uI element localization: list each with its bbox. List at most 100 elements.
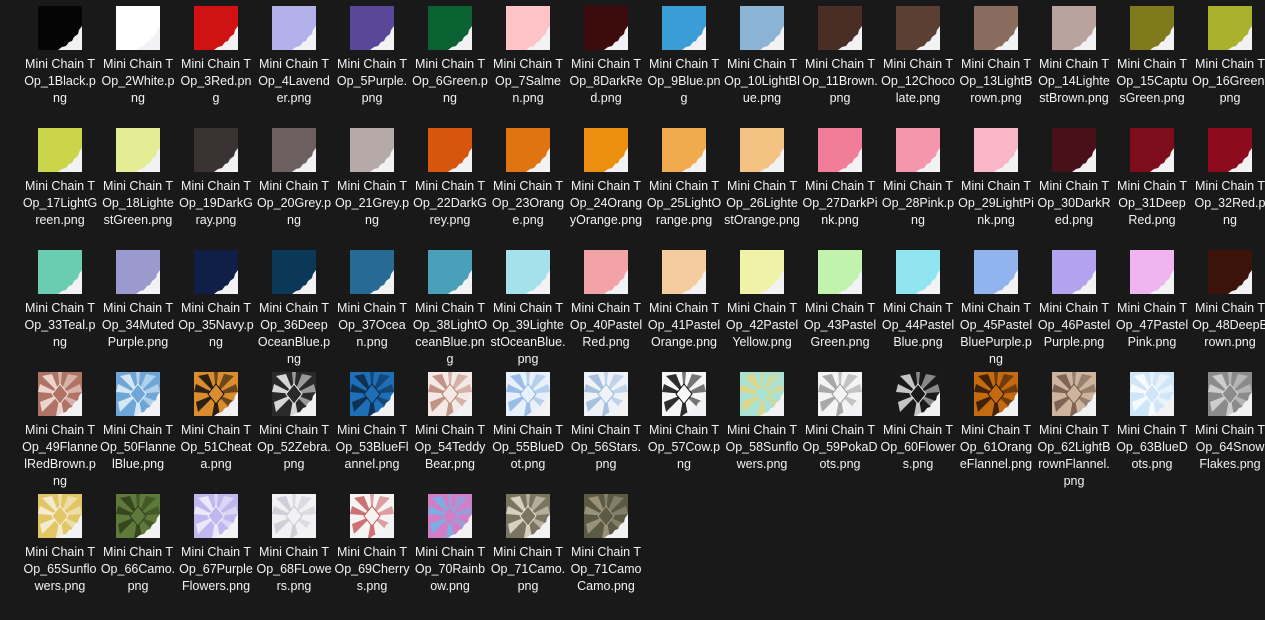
file-item[interactable]: Mini Chain TOp_23Orange.png bbox=[490, 128, 566, 246]
file-name-label: Mini Chain TOp_30DarkRed.png bbox=[1037, 179, 1111, 227]
file-name-label: Mini Chain TOp_29LightPink.png bbox=[958, 179, 1034, 227]
file-item[interactable]: Mini Chain TOp_59PokaDots.png bbox=[802, 372, 878, 490]
swatch-thumbnail-icon bbox=[584, 128, 628, 172]
file-item[interactable]: Mini Chain TOp_32Red.png bbox=[1192, 128, 1265, 246]
file-item[interactable]: Mini Chain TOp_29LightPink.png bbox=[958, 128, 1034, 246]
swatch-thumbnail-icon bbox=[272, 250, 316, 294]
file-name-label: Mini Chain TOp_68FLowers.png bbox=[256, 545, 332, 593]
file-item[interactable]: Mini Chain TOp_66Camo.png bbox=[100, 494, 176, 612]
file-item[interactable]: Mini Chain TOp_16Green.png bbox=[1192, 6, 1265, 124]
file-item[interactable]: Mini Chain TOp_10LightBlue.png bbox=[724, 6, 800, 124]
file-item[interactable]: Mini Chain TOp_56Stars.png bbox=[568, 372, 644, 490]
file-item[interactable]: Mini Chain TOp_8DarkRed.png bbox=[568, 6, 644, 124]
swatch-thumbnail-icon bbox=[740, 128, 784, 172]
file-item[interactable]: Mini Chain TOp_24OrangyOrange.png bbox=[568, 128, 644, 246]
file-item[interactable]: Mini Chain TOp_38LightOceanBlue.png bbox=[412, 250, 488, 368]
file-item[interactable]: Mini Chain TOp_55BlueDot.png bbox=[490, 372, 566, 490]
file-item[interactable]: Mini Chain TOp_11Brown.png bbox=[802, 6, 878, 124]
file-item[interactable]: Mini Chain TOp_53BlueFlannel.png bbox=[334, 372, 410, 490]
file-item[interactable]: Mini Chain TOp_71Camo.png bbox=[490, 494, 566, 612]
file-item[interactable]: Mini Chain TOp_67PurpleFlowers.png bbox=[178, 494, 254, 612]
file-item[interactable]: Mini Chain TOp_50FlannelBlue.png bbox=[100, 372, 176, 490]
file-item[interactable]: Mini Chain TOp_47PastelPink.png bbox=[1114, 250, 1190, 368]
file-item[interactable]: Mini Chain TOp_19DarkGray.png bbox=[178, 128, 254, 246]
file-item[interactable]: Mini Chain TOp_34MutedPurple.png bbox=[100, 250, 176, 368]
file-item[interactable]: Mini Chain TOp_7Salmen.png bbox=[490, 6, 566, 124]
file-item[interactable]: Mini Chain TOp_6Green.png bbox=[412, 6, 488, 124]
file-name-label: Mini Chain TOp_17LightGreen.png bbox=[22, 179, 98, 227]
file-name-label: Mini Chain TOp_57Cow.png bbox=[647, 423, 721, 471]
file-item[interactable]: Mini Chain TOp_22DarkGrey.png bbox=[412, 128, 488, 246]
file-name-label: Mini Chain TOp_38LightOceanBlue.png bbox=[412, 301, 488, 366]
file-item[interactable]: Mini Chain TOp_31DeepRed.png bbox=[1114, 128, 1190, 246]
file-name-label: Mini Chain TOp_44PastelBlue.png bbox=[881, 301, 955, 349]
swatch-thumbnail-icon bbox=[1208, 250, 1252, 294]
file-item[interactable]: Mini Chain TOp_37Ocean.png bbox=[334, 250, 410, 368]
file-item[interactable]: Mini Chain TOp_70Rainbow.png bbox=[412, 494, 488, 612]
swatch-thumbnail-icon bbox=[194, 250, 238, 294]
file-item[interactable]: Mini Chain TOp_27DarkPink.png bbox=[802, 128, 878, 246]
file-item[interactable]: Mini Chain TOp_21Grey.png bbox=[334, 128, 410, 246]
file-item[interactable]: Mini Chain TOp_41PastelOrange.png bbox=[646, 250, 722, 368]
file-item[interactable]: Mini Chain TOp_20Grey.png bbox=[256, 128, 332, 246]
swatch-thumbnail-icon bbox=[506, 6, 550, 50]
pattern-thumbnail-icon bbox=[194, 494, 238, 538]
file-name-label: Mini Chain TOp_39LightestOceanBlue.png bbox=[490, 301, 566, 366]
file-item[interactable]: Mini Chain TOp_62LightBrownFlannel.png bbox=[1036, 372, 1112, 490]
file-name-label: Mini Chain TOp_26LightestOrange.png bbox=[724, 179, 800, 227]
file-item[interactable]: Mini Chain TOp_58Sunflowers.png bbox=[724, 372, 800, 490]
file-item[interactable]: Mini Chain TOp_51Cheata.png bbox=[178, 372, 254, 490]
file-item[interactable]: Mini Chain TOp_40PastelRed.png bbox=[568, 250, 644, 368]
file-item[interactable]: Mini Chain TOp_30DarkRed.png bbox=[1036, 128, 1112, 246]
file-item[interactable]: Mini Chain TOp_15CaptusGreen.png bbox=[1114, 6, 1190, 124]
file-item[interactable]: Mini Chain TOp_3Red.png bbox=[178, 6, 254, 124]
file-item[interactable]: Mini Chain TOp_68FLowers.png bbox=[256, 494, 332, 612]
file-name-label: Mini Chain TOp_24OrangyOrange.png bbox=[569, 179, 643, 227]
file-item[interactable]: Mini Chain TOp_17LightGreen.png bbox=[22, 128, 98, 246]
file-item[interactable]: Mini Chain TOp_13LightBrown.png bbox=[958, 6, 1034, 124]
file-item[interactable]: Mini Chain TOp_28Pink.png bbox=[880, 128, 956, 246]
file-item[interactable]: Mini Chain TOp_64SnowFlakes.png bbox=[1192, 372, 1265, 490]
file-item[interactable]: Mini Chain TOp_35Navy.png bbox=[178, 250, 254, 368]
file-item[interactable]: Mini Chain TOp_25LightOrange.png bbox=[646, 128, 722, 246]
file-item[interactable]: Mini Chain TOp_44PastelBlue.png bbox=[880, 250, 956, 368]
file-item[interactable]: Mini Chain TOp_26LightestOrange.png bbox=[724, 128, 800, 246]
file-item[interactable]: Mini Chain TOp_4Lavender.png bbox=[256, 6, 332, 124]
swatch-thumbnail-icon bbox=[1052, 6, 1096, 50]
file-item[interactable]: Mini Chain TOp_63BlueDots.png bbox=[1114, 372, 1190, 490]
file-name-label: Mini Chain TOp_15CaptusGreen.png bbox=[1116, 57, 1188, 105]
file-item[interactable]: Mini Chain TOp_45PastelBluePurple.png bbox=[958, 250, 1034, 368]
file-name-label: Mini Chain TOp_4Lavender.png bbox=[258, 57, 330, 105]
pattern-thumbnail-icon bbox=[584, 494, 628, 538]
file-item[interactable]: Mini Chain TOp_36DeepOceanBlue.png bbox=[256, 250, 332, 368]
file-item[interactable]: Mini Chain TOp_33Teal.png bbox=[22, 250, 98, 368]
file-item[interactable]: Mini Chain TOp_65Sunflowers.png bbox=[22, 494, 98, 612]
file-item[interactable]: Mini Chain TOp_42PastelYellow.png bbox=[724, 250, 800, 368]
file-item[interactable]: Mini Chain TOp_2White.png bbox=[100, 6, 176, 124]
file-item[interactable]: Mini Chain TOp_1Black.png bbox=[22, 6, 98, 124]
file-item[interactable]: Mini Chain TOp_69Cherrys.png bbox=[334, 494, 410, 612]
file-item[interactable]: Mini Chain TOp_48DeepBrown.png bbox=[1192, 250, 1265, 368]
swatch-thumbnail-icon bbox=[818, 128, 862, 172]
file-item[interactable]: Mini Chain TOp_57Cow.png bbox=[646, 372, 722, 490]
file-item[interactable]: Mini Chain TOp_5Purple.png bbox=[334, 6, 410, 124]
file-item[interactable]: Mini Chain TOp_39LightestOceanBlue.png bbox=[490, 250, 566, 368]
file-item[interactable]: Mini Chain TOp_54TeddyBear.png bbox=[412, 372, 488, 490]
swatch-thumbnail-icon bbox=[194, 128, 238, 172]
file-item[interactable]: Mini Chain TOp_12Chocolate.png bbox=[880, 6, 956, 124]
file-item[interactable]: Mini Chain TOp_43PastelGreen.png bbox=[802, 250, 878, 368]
file-item[interactable]: Mini Chain TOp_60Flowers.png bbox=[880, 372, 956, 490]
file-item[interactable]: Mini Chain TOp_61OrangeFlannel.png bbox=[958, 372, 1034, 490]
file-name-label: Mini Chain TOp_69Cherrys.png bbox=[334, 545, 410, 593]
swatch-thumbnail-icon bbox=[194, 6, 238, 50]
file-item[interactable]: Mini Chain TOp_9Blue.png bbox=[646, 6, 722, 124]
file-item[interactable]: Mini Chain TOp_52Zebra.png bbox=[256, 372, 332, 490]
file-item[interactable]: Mini Chain TOp_18LightestGreen.png bbox=[100, 128, 176, 246]
file-name-label: Mini Chain TOp_65Sunflowers.png bbox=[23, 545, 97, 593]
file-item[interactable]: Mini Chain TOp_49FlannelRedBrown.png bbox=[22, 372, 98, 490]
file-item[interactable]: Mini Chain TOp_14LightestBrown.png bbox=[1036, 6, 1112, 124]
file-item[interactable]: Mini Chain TOp_46PastelPurple.png bbox=[1036, 250, 1112, 368]
file-name-label: Mini Chain TOp_14LightestBrown.png bbox=[1038, 57, 1110, 105]
file-item[interactable]: Mini Chain TOp_71CamoCamo.png bbox=[568, 494, 644, 612]
file-name-label: Mini Chain TOp_19DarkGray.png bbox=[179, 179, 253, 227]
